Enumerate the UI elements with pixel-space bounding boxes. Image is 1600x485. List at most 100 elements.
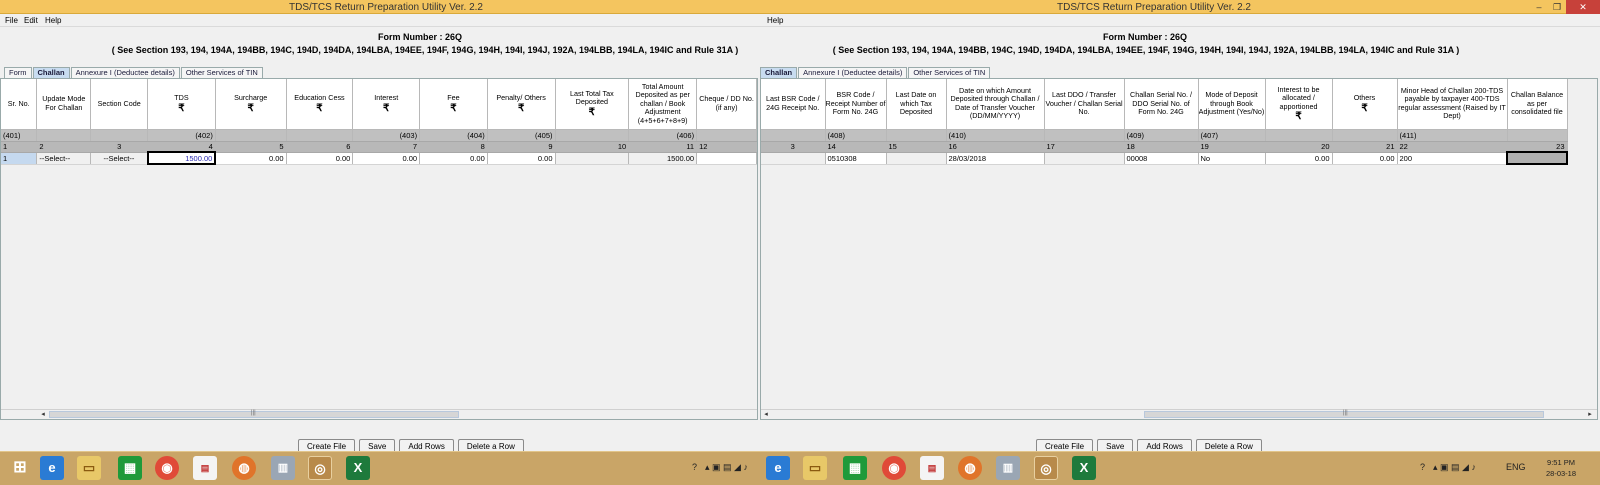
firefox-icon[interactable]: ◍ — [232, 456, 256, 480]
header-deposit-date: Date on which Amount Deposited through C… — [946, 79, 1045, 130]
column-number: 7 — [352, 141, 421, 153]
code-cell: (411) — [1397, 129, 1508, 142]
code-cell — [1332, 129, 1398, 142]
help-tray-icon-right[interactable]: ? — [1420, 462, 1425, 472]
interest-input[interactable]: 0.00 — [352, 152, 421, 165]
code-cell — [90, 129, 149, 142]
column-number: 10 — [555, 141, 630, 153]
header-section-code: Section Code — [90, 79, 149, 130]
store-icon-right[interactable]: ▦ — [843, 456, 867, 480]
tray-icons-right[interactable]: ▴ ▣ ▤ ◢ ♪ — [1433, 462, 1476, 473]
taskbar: ⊞ e ▭ ▦ ◉ ▤ ◍ ▥ ◎ X e ▭ ▦ ◉ ▤ ◍ ▥ ◎ X ? … — [0, 451, 1600, 485]
scroll-left-arrow-icon[interactable]: ◂ — [38, 410, 48, 419]
challan-table-right: Last BSR Code / 24G Receipt No. BSR Code… — [761, 79, 1568, 165]
chrome-icon-right[interactable]: ◉ — [882, 456, 906, 480]
menu-file[interactable]: File — [5, 16, 18, 25]
tab-other-services[interactable]: Other Services of TIN — [180, 67, 263, 78]
scroll-left-arrow-icon[interactable]: ◂ — [761, 410, 771, 419]
scroll-right-arrow-icon[interactable]: ▸ — [1585, 410, 1595, 419]
tab-other-services-right[interactable]: Other Services of TIN — [908, 67, 991, 78]
calculator-icon-right[interactable]: ▥ — [996, 456, 1020, 480]
mode-of-deposit-select[interactable]: No — [1198, 152, 1266, 165]
tab-annexure-right[interactable]: Annexure I (Deductee details) — [798, 67, 908, 78]
last-ddo-cell — [1044, 152, 1125, 165]
column-number: 2 — [36, 141, 92, 153]
tds-utility-icon[interactable]: ◎ — [308, 456, 332, 480]
rupee-icon: ₹ — [588, 106, 596, 118]
internet-explorer-icon-right[interactable]: e — [766, 456, 790, 480]
language-indicator[interactable]: ENG — [1506, 462, 1526, 472]
menu-edit[interactable]: Edit — [24, 16, 38, 25]
system-clock[interactable]: 9:51 PM 28-03-18 — [1534, 457, 1588, 479]
close-button[interactable]: ✕ — [1566, 0, 1600, 14]
tab-strip-right: Challan Annexure I (Deductee details) Ot… — [760, 67, 991, 78]
header-last-total-tax: Last Total Tax Deposited ₹ — [555, 79, 630, 130]
last-bsr-cell — [761, 152, 826, 165]
menu-help[interactable]: Help — [45, 16, 61, 25]
document-icon-right[interactable]: ▤ — [920, 456, 944, 480]
deposit-date-input[interactable]: 28/03/2018 — [946, 152, 1045, 165]
tab-challan-right[interactable]: Challan — [760, 67, 798, 78]
tds-utility-icon-right[interactable]: ◎ — [1034, 456, 1058, 480]
menu-bar: File Edit Help Help — [0, 14, 1600, 27]
code-cell — [761, 129, 826, 142]
help-tray-icon[interactable]: ? — [692, 462, 697, 472]
update-mode-select[interactable]: --Select-- — [36, 152, 92, 165]
column-number: 3 — [761, 141, 826, 153]
store-icon[interactable]: ▦ — [118, 456, 142, 480]
window-title-right: TDS/TCS Return Preparation Utility Ver. … — [1057, 2, 1251, 13]
horizontal-scrollbar[interactable]: ◂ ||| — [1, 409, 757, 419]
fee-input[interactable]: 0.00 — [419, 152, 488, 165]
horizontal-scrollbar-right[interactable]: ◂ ||| ▸ — [761, 409, 1597, 419]
file-explorer-icon[interactable]: ▭ — [77, 456, 101, 480]
bsr-code-input[interactable]: 0510308 — [825, 152, 887, 165]
excel-icon[interactable]: X — [346, 456, 370, 480]
challan-balance-cell[interactable] — [1506, 151, 1568, 165]
header-education-cess: Education Cess ₹ — [286, 79, 354, 130]
tab-challan[interactable]: Challan — [32, 67, 70, 78]
challan-grid-right: Last BSR Code / 24G Receipt No. BSR Code… — [760, 78, 1598, 420]
calculator-icon[interactable]: ▥ — [271, 456, 295, 480]
chrome-icon[interactable]: ◉ — [155, 456, 179, 480]
document-icon[interactable]: ▤ — [193, 456, 217, 480]
minimize-button[interactable]: – — [1530, 0, 1548, 14]
education-cess-input[interactable]: 0.00 — [286, 152, 354, 165]
header-mode-of-deposit: Mode of Deposit through Book Adjustment … — [1198, 79, 1266, 130]
surcharge-input[interactable]: 0.00 — [215, 152, 287, 165]
code-cell: (403) — [352, 129, 421, 142]
tab-annexure[interactable]: Annexure I (Deductee details) — [70, 67, 180, 78]
column-number: 23 — [1507, 141, 1568, 153]
table-row: 1 --Select-- --Select-- 1500.00 0.00 0.0… — [1, 151, 757, 165]
menu-help-right[interactable]: Help — [767, 16, 783, 25]
column-number: 14 — [825, 141, 887, 153]
column-number: 20 — [1265, 141, 1333, 153]
column-number: 17 — [1044, 141, 1125, 153]
minor-head-input[interactable]: 200 — [1397, 152, 1508, 165]
section-text: ( See Section 193, 194, 194A, 194BB, 194… — [111, 45, 739, 55]
code-cell — [1265, 129, 1333, 142]
restore-button[interactable]: ❐ — [1548, 0, 1566, 14]
section-code-select[interactable]: --Select-- — [90, 152, 149, 165]
firefox-icon-right[interactable]: ◍ — [958, 456, 982, 480]
challan-serial-input[interactable]: 00008 — [1124, 152, 1199, 165]
challan-table-left: Sr. No. Update Mode For Challan Section … — [1, 79, 757, 165]
file-explorer-icon-right[interactable]: ▭ — [803, 456, 827, 480]
interest-allocated-input[interactable]: 0.00 — [1265, 152, 1333, 165]
windows-start-icon[interactable]: ⊞ — [8, 456, 32, 480]
excel-icon-right[interactable]: X — [1072, 456, 1096, 480]
column-number: 11 — [628, 141, 698, 153]
column-number: 15 — [886, 141, 947, 153]
header-bsr-code: BSR Code / Receipt Number of Form No. 24… — [825, 79, 887, 130]
others-input[interactable]: 0.00 — [1332, 152, 1398, 165]
header-penalty: Penalty/ Others ₹ — [487, 79, 556, 130]
cheque-input[interactable] — [696, 152, 757, 165]
internet-explorer-icon[interactable]: e — [40, 456, 64, 480]
sr-no-cell[interactable]: 1 — [1, 152, 38, 165]
penalty-input[interactable]: 0.00 — [487, 152, 556, 165]
table-row: 0510308 28/03/2018 00008 No 0.00 0.00 20… — [761, 151, 1568, 165]
tds-input[interactable]: 1500.00 — [146, 151, 217, 165]
tray-icons[interactable]: ▴ ▣ ▤ ◢ ♪ — [705, 462, 748, 473]
code-cell — [1507, 129, 1568, 142]
header-fee: Fee ₹ — [419, 79, 488, 130]
tab-form[interactable]: Form — [4, 67, 32, 78]
